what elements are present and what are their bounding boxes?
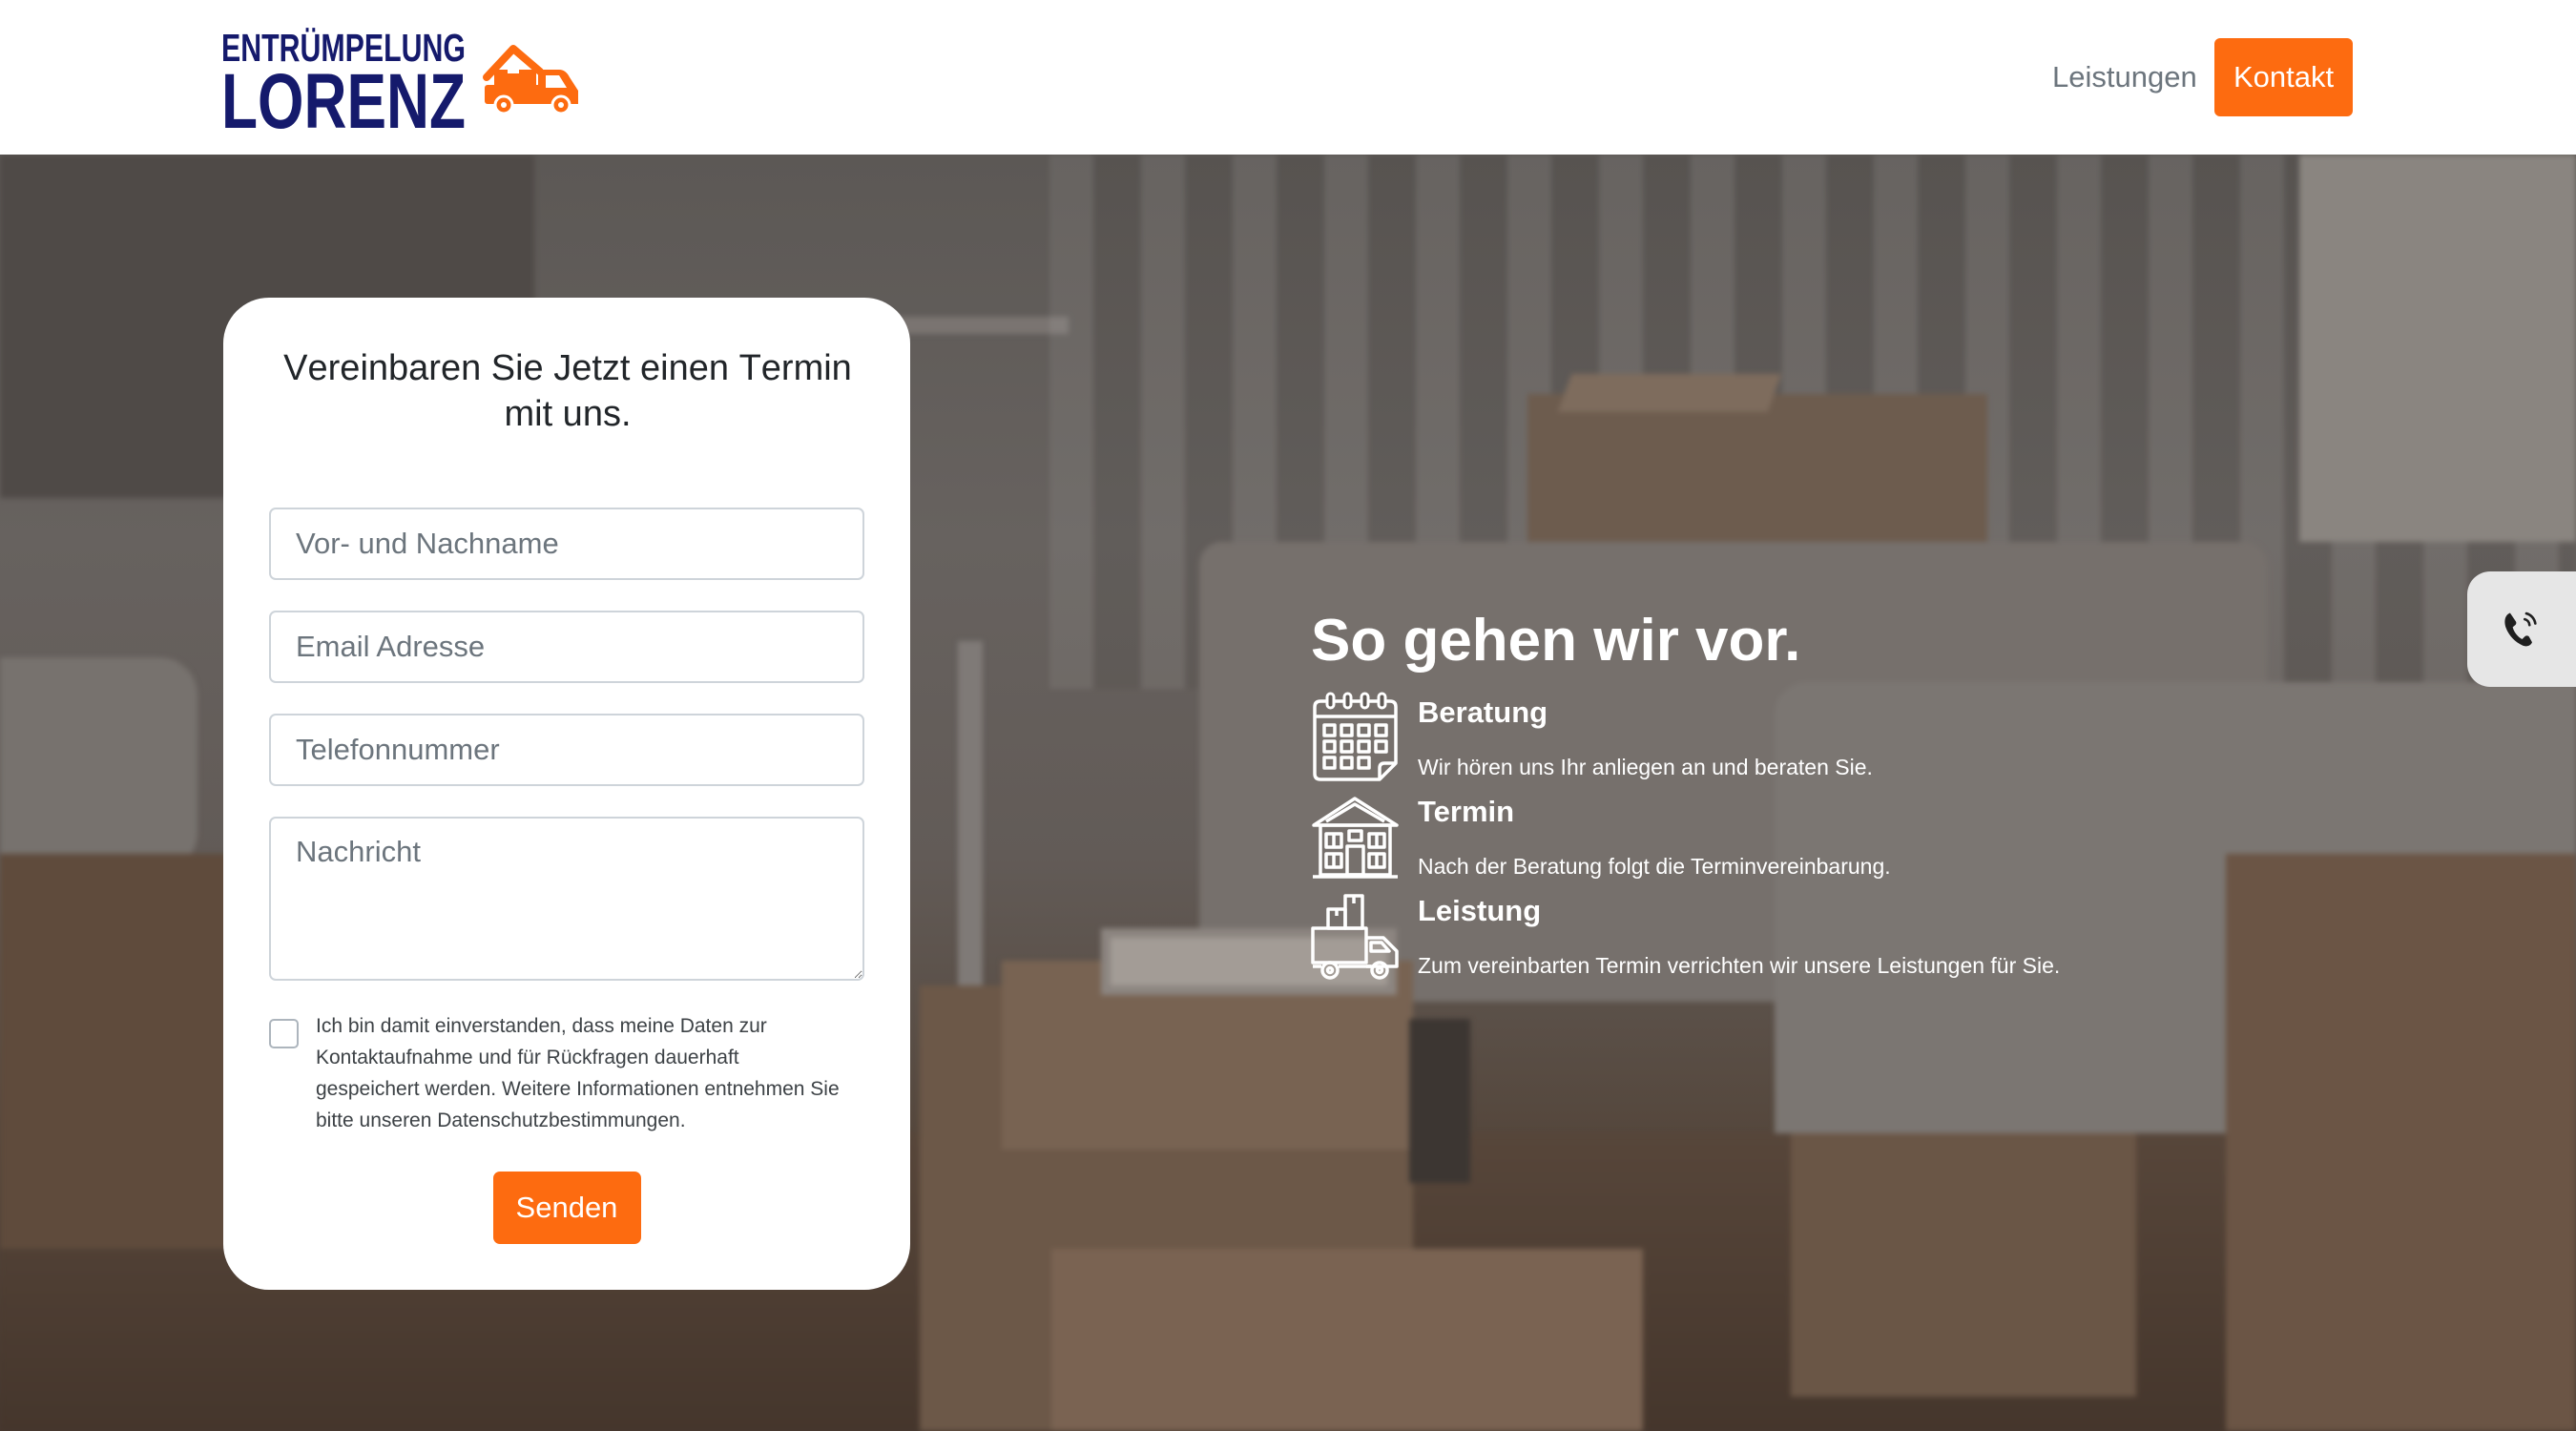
calendar-icon — [1313, 692, 1398, 781]
background-box-right-mid — [1791, 1133, 2136, 1397]
step-title: Beratung — [1418, 695, 1548, 729]
step-title: Leistung — [1418, 894, 1542, 927]
background-box-top — [1527, 394, 1987, 550]
background-window-light — [2299, 155, 2576, 542]
step-text: Wir hören uns Ihr anliegen an und berate… — [1418, 755, 1873, 779]
phone-call-widget[interactable] — [2467, 571, 2576, 687]
email-input[interactable] — [269, 611, 864, 683]
phone-input[interactable] — [269, 714, 864, 786]
background-crate — [1409, 1019, 1470, 1183]
process-step-leistung: Leistung Zum vereinbarten Termin verrich… — [1311, 890, 2360, 985]
submit-button[interactable]: Senden — [492, 1172, 641, 1244]
process-step-beratung: Beratung Wir hören uns Ihr anliegen an u… — [1311, 692, 2360, 787]
house-icon — [1312, 797, 1399, 879]
kontakt-button[interactable]: Kontakt — [2214, 38, 2353, 116]
step-text: Nach der Beratung folgt die Terminverein… — [1418, 854, 1891, 879]
background-box-left — [0, 854, 230, 1249]
consent-row: Ich bin damit einverstanden, dass meine … — [269, 1010, 864, 1136]
message-textarea[interactable] — [269, 817, 864, 981]
name-input[interactable] — [269, 508, 864, 580]
hero-section: Vereinbaren Sie Jetzt einen Termin mit u… — [0, 155, 2576, 1431]
background-pillow — [0, 657, 197, 871]
brand-line2: LORENZ — [221, 58, 466, 134]
process-step-termin: Termin Nach der Beratung folgt die Termi… — [1311, 791, 2360, 886]
phone-ringing-icon — [2504, 612, 2537, 647]
background-box-center-front — [1051, 1249, 1643, 1431]
process-heading: So gehen wir vor. — [1311, 608, 1801, 674]
form-title: Vereinbaren Sie Jetzt einen Termin mit u… — [283, 348, 852, 434]
delivery-truck-icon — [1311, 894, 1399, 980]
form-fields — [269, 508, 864, 981]
step-text: Zum vereinbarten Termin verrichten wir u… — [1418, 953, 2061, 978]
background-box-top-flap — [1557, 374, 1782, 412]
brand-logo[interactable]: ENTRÜMPELUNG LORENZ — [221, 27, 584, 134]
step-title: Termin — [1418, 795, 1515, 828]
consent-label: Ich bin damit einverstanden, dass meine … — [316, 1015, 840, 1131]
consent-checkbox[interactable] — [269, 1019, 299, 1048]
site-header: ENTRÜMPELUNG LORENZ Leistungen Kontakt — [0, 0, 2576, 155]
appointment-form-card: Vereinbaren Sie Jetzt einen Termin mit u… — [223, 298, 910, 1290]
nav-link-leistungen[interactable]: Leistungen — [2052, 57, 2197, 97]
moving-truck-house-icon — [483, 45, 578, 115]
